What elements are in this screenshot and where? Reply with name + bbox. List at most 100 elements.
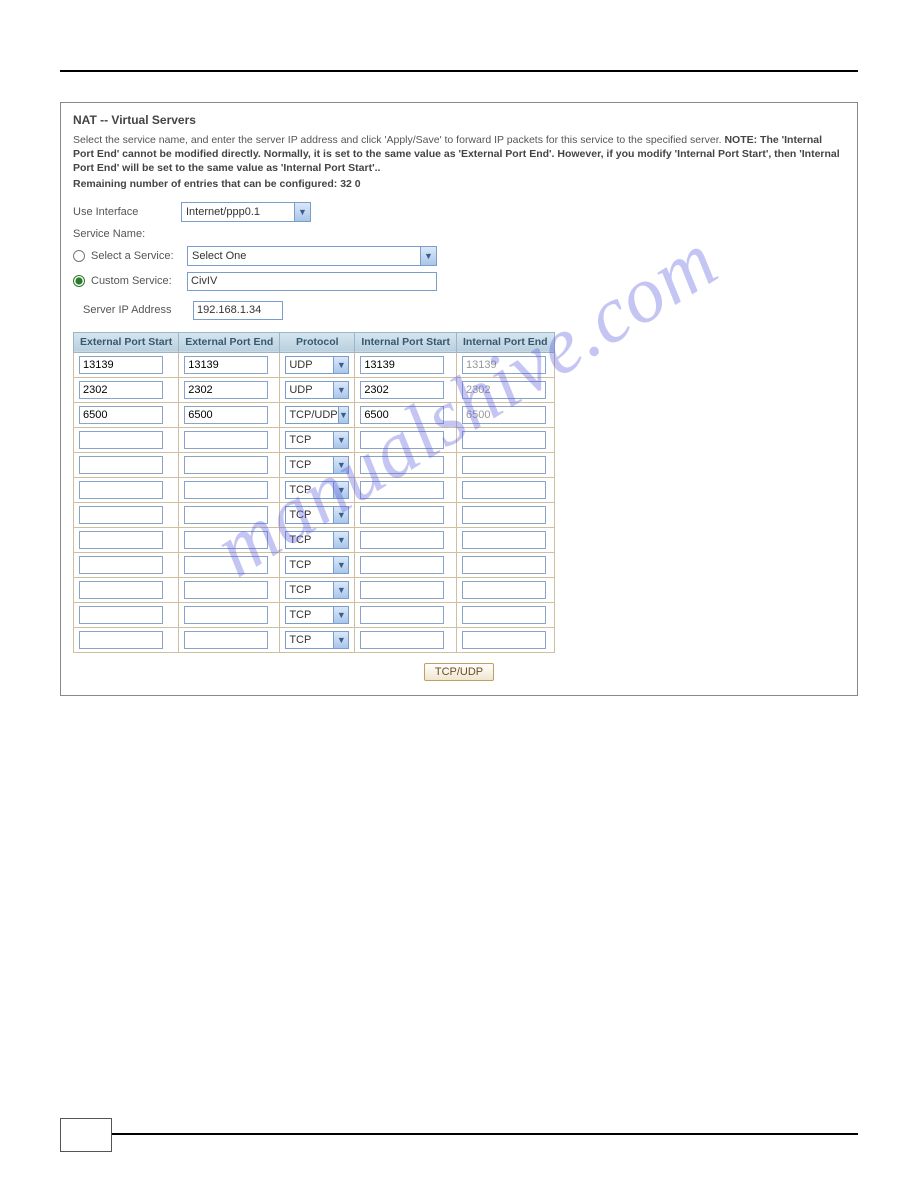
protocol-value: TCP: [286, 484, 333, 496]
ext-port-end-input[interactable]: [184, 581, 268, 599]
table-row: UDP▼: [74, 377, 555, 402]
table-header-row: External Port Start External Port End Pr…: [74, 332, 555, 352]
chevron-down-icon: ▼: [333, 607, 348, 623]
ext-port-end-input[interactable]: [184, 606, 268, 624]
int-port-start-input[interactable]: [360, 556, 444, 574]
protocol-select[interactable]: TCP/UDP▼: [285, 406, 349, 424]
use-interface-row: Use Interface Internet/ppp0.1 ▼: [73, 202, 845, 222]
table-row: TCP▼: [74, 452, 555, 477]
ext-port-start-input[interactable]: [79, 356, 163, 374]
protocol-select[interactable]: UDP▼: [285, 356, 349, 374]
ext-port-end-input[interactable]: [184, 456, 268, 474]
server-ip-row: Server IP Address: [83, 301, 845, 320]
table-row: UDP▼: [74, 352, 555, 377]
ext-port-start-input[interactable]: [79, 506, 163, 524]
int-port-start-input[interactable]: [360, 631, 444, 649]
service-name-label: Service Name:: [73, 228, 145, 240]
custom-service-radio[interactable]: [73, 275, 85, 287]
table-row: TCP▼: [74, 552, 555, 577]
int-port-start-input[interactable]: [360, 506, 444, 524]
chevron-down-icon: ▼: [333, 632, 348, 648]
ext-port-end-input[interactable]: [184, 406, 268, 424]
protocol-select[interactable]: TCP▼: [285, 556, 349, 574]
col-int-port-start: Internal Port Start: [355, 332, 457, 352]
col-protocol: Protocol: [280, 332, 355, 352]
select-service-label: Select a Service:: [91, 250, 187, 262]
tcp-udp-button[interactable]: TCP/UDP: [424, 663, 494, 681]
ext-port-start-input[interactable]: [79, 481, 163, 499]
ext-port-end-input[interactable]: [184, 481, 268, 499]
ext-port-end-input[interactable]: [184, 506, 268, 524]
protocol-select[interactable]: TCP▼: [285, 606, 349, 624]
chevron-down-icon: ▼: [338, 407, 349, 423]
select-service-dropdown[interactable]: Select One ▼: [187, 246, 437, 266]
chevron-down-icon: ▼: [333, 382, 348, 398]
int-port-start-input[interactable]: [360, 356, 444, 374]
ext-port-end-input[interactable]: [184, 556, 268, 574]
ext-port-start-input[interactable]: [79, 556, 163, 574]
int-port-start-input[interactable]: [360, 606, 444, 624]
protocol-value: UDP: [286, 384, 333, 396]
ext-port-start-input[interactable]: [79, 631, 163, 649]
ext-port-end-input[interactable]: [184, 356, 268, 374]
ext-port-end-input[interactable]: [184, 631, 268, 649]
protocol-select[interactable]: TCP▼: [285, 431, 349, 449]
protocol-value: TCP: [286, 609, 333, 621]
protocol-select[interactable]: TCP▼: [285, 631, 349, 649]
int-port-start-input[interactable]: [360, 431, 444, 449]
protocol-value: TCP: [286, 459, 333, 471]
protocol-value: TCP: [286, 559, 333, 571]
chevron-down-icon: ▼: [333, 357, 348, 373]
custom-service-input[interactable]: [187, 272, 437, 291]
table-row: TCP/UDP▼: [74, 402, 555, 427]
use-interface-label: Use Interface: [73, 206, 181, 218]
bottom-button-row: TCP/UDP: [73, 663, 845, 681]
ext-port-end-input[interactable]: [184, 531, 268, 549]
int-port-start-input[interactable]: [360, 581, 444, 599]
ext-port-start-input[interactable]: [79, 431, 163, 449]
int-port-end-input: [462, 381, 546, 399]
protocol-value: UDP: [286, 359, 333, 371]
protocol-value: TCP: [286, 509, 333, 521]
server-ip-input[interactable]: [193, 301, 283, 320]
int-port-end-input: [462, 556, 546, 574]
col-ext-port-end: External Port End: [179, 332, 280, 352]
port-table: External Port Start External Port End Pr…: [73, 332, 555, 653]
protocol-select[interactable]: TCP▼: [285, 456, 349, 474]
ext-port-end-input[interactable]: [184, 431, 268, 449]
protocol-value: TCP: [286, 434, 333, 446]
col-int-port-end: Internal Port End: [457, 332, 555, 352]
ext-port-start-input[interactable]: [79, 606, 163, 624]
chevron-down-icon: ▼: [294, 203, 310, 221]
int-port-start-input[interactable]: [360, 381, 444, 399]
table-row: TCP▼: [74, 477, 555, 502]
protocol-select[interactable]: TCP▼: [285, 531, 349, 549]
table-row: TCP▼: [74, 427, 555, 452]
server-ip-label: Server IP Address: [83, 304, 193, 316]
int-port-end-input: [462, 356, 546, 374]
int-port-start-input[interactable]: [360, 406, 444, 424]
ext-port-start-input[interactable]: [79, 531, 163, 549]
ext-port-start-input[interactable]: [79, 406, 163, 424]
int-port-start-input[interactable]: [360, 481, 444, 499]
panel-description: Select the service name, and enter the s…: [73, 133, 845, 176]
ext-port-start-input[interactable]: [79, 381, 163, 399]
protocol-value: TCP: [286, 584, 333, 596]
protocol-select[interactable]: TCP▼: [285, 506, 349, 524]
int-port-end-input: [462, 631, 546, 649]
protocol-select[interactable]: TCP▼: [285, 481, 349, 499]
ext-port-start-input[interactable]: [79, 456, 163, 474]
panel-title: NAT -- Virtual Servers: [73, 113, 845, 127]
ext-port-end-input[interactable]: [184, 381, 268, 399]
int-port-start-input[interactable]: [360, 531, 444, 549]
int-port-start-input[interactable]: [360, 456, 444, 474]
protocol-select[interactable]: TCP▼: [285, 581, 349, 599]
protocol-value: TCP: [286, 634, 333, 646]
remaining-entries: Remaining number of entries that can be …: [73, 178, 845, 190]
use-interface-select[interactable]: Internet/ppp0.1 ▼: [181, 202, 311, 222]
protocol-select[interactable]: UDP▼: [285, 381, 349, 399]
chevron-down-icon: ▼: [333, 582, 348, 598]
select-service-radio[interactable]: [73, 250, 85, 262]
custom-service-row: Custom Service:: [73, 272, 845, 291]
ext-port-start-input[interactable]: [79, 581, 163, 599]
